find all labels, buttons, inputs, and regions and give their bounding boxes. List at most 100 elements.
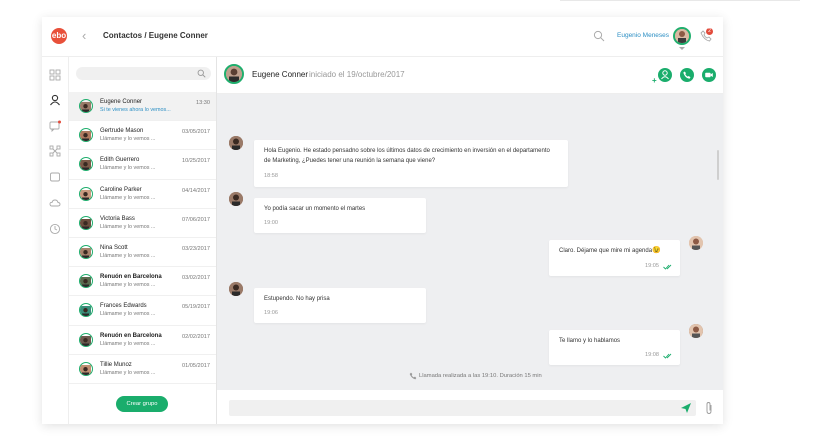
read-check-icon: [663, 264, 672, 270]
contact-name: Caroline Parker: [100, 186, 142, 193]
contact-avatar-picture: [226, 66, 242, 82]
contact-last-message: Llámame y lo vemos ...: [100, 369, 156, 376]
message-text: de Marketing, ¿Puedes tener una reunión …: [264, 158, 436, 164]
contact-list-item[interactable]: Renuón en Barcelona Llámame y lo vemos ..…: [69, 326, 216, 355]
contact-list-item[interactable]: Eugene Conner Si te vienes ahora lo vemos…: [69, 92, 216, 122]
search-icon[interactable]: [593, 30, 605, 42]
divider: [560, 0, 800, 1]
contact-avatar-picture: [80, 306, 91, 317]
notification-badge: 2: [706, 28, 713, 35]
app-logo[interactable]: ebo: [51, 28, 67, 44]
message-text: Claro. Déjame que mire mi agenda😉: [559, 246, 661, 256]
contact-last-message: Llámame y lo vemos ...: [100, 223, 156, 230]
contact-avatar-picture: [80, 277, 91, 288]
contact-avatar: [79, 274, 93, 289]
contact-last-message: Llámame y lo vemos ...: [100, 252, 156, 259]
call-log-note: Llamada realizada a las 19:10. Duración …: [419, 373, 542, 379]
contact-last-date: 10/25/2017: [182, 158, 210, 165]
tablet-icon[interactable]: [49, 171, 61, 183]
chat-started-date: iniciado el 19/octubre/2017: [309, 70, 405, 79]
contact-last-message: Llámame y lo vemos ...: [100, 136, 156, 143]
contact-last-date: 02/02/2017: [182, 333, 210, 340]
add-contact-button[interactable]: [658, 68, 672, 82]
contact-message-avatar: [229, 136, 243, 150]
plus-icon: +: [652, 76, 657, 85]
message-bubble-incoming: Hola Eugenio. He estado pensadno sobre l…: [254, 140, 568, 187]
contact-list-item[interactable]: Edith Guerrero Llámame y lo vemos ... 10/2…: [69, 150, 216, 180]
message-time: 19:08: [645, 352, 659, 358]
contact-message-avatar: [229, 282, 243, 296]
message-text: Te llamo y lo hablamos: [559, 338, 621, 344]
phone-icon: [683, 71, 691, 79]
scrollbar[interactable]: [717, 150, 719, 180]
user-avatar[interactable]: [673, 27, 691, 45]
contact-message-avatar-picture: [229, 192, 243, 206]
contact-list-item[interactable]: Tillie Munoz Llámame y lo vemos ... 01/05/…: [69, 355, 216, 384]
my-message-avatar-picture: [689, 324, 703, 338]
contact-list-item[interactable]: Caroline Parker Llámame y lo vemos ... 04/…: [69, 180, 216, 209]
message-time: 18:58: [264, 173, 278, 179]
grid-icon[interactable]: [49, 69, 61, 81]
contact-avatar: [79, 332, 93, 347]
contact-last-date: 04/14/2017: [182, 187, 210, 194]
contact-name: Edith Guerrero: [100, 157, 140, 164]
contact-avatar-picture: [80, 102, 91, 112]
message-text: Estupendo. No hay prisa: [264, 296, 330, 302]
create-group-button[interactable]: Crear grupo: [116, 396, 168, 412]
user-avatar-picture: [675, 29, 689, 43]
user-name-link[interactable]: Eugenio Meneses: [617, 32, 669, 39]
contact-avatar-picture: [80, 364, 91, 375]
network-icon[interactable]: [49, 145, 61, 157]
contact-name: Eugene Conner: [100, 99, 143, 105]
contact-avatar: [79, 157, 93, 172]
contacts-panel: Eugene Conner Si te vienes ahora lo vemos…: [69, 57, 217, 424]
chevron-down-icon[interactable]: [679, 47, 685, 50]
contact-name: Renuón en Barcelona: [100, 332, 162, 339]
contact-avatar: [79, 128, 93, 143]
contact-search-input[interactable]: [76, 67, 211, 80]
contact-last-date: 03/05/2017: [182, 129, 210, 136]
contact-avatar-picture: [80, 335, 91, 346]
my-message-avatar-picture: [689, 236, 703, 250]
message-bubble-incoming: Estupendo. No hay prisa 19:06: [254, 288, 426, 323]
paperclip-icon[interactable]: [704, 401, 714, 415]
app-header: ebo ‹ Contactos / Eugene Conner Eugenio …: [42, 17, 723, 57]
chat-icon[interactable]: [49, 120, 61, 132]
wink-emoji-icon: 😉: [652, 247, 661, 254]
contact-avatar: [79, 361, 93, 376]
message-thread: Hola Eugenio. He estado pensadno sobre l…: [217, 94, 723, 390]
my-message-avatar: [689, 324, 703, 338]
contact-last-date: 07/06/2017: [182, 216, 210, 223]
message-text: Yo podía sacar un momento el martes: [264, 206, 366, 212]
back-chevron-icon[interactable]: ‹: [82, 28, 86, 44]
contact-last-date: 03/23/2017: [182, 245, 210, 252]
message-text: Hola Eugenio. He estado pensadno sobre l…: [264, 148, 550, 154]
clock-icon[interactable]: [49, 223, 61, 235]
app-window: ebo ‹ Contactos / Eugene Conner Eugenio …: [42, 17, 723, 424]
breadcrumb: Contactos / Eugene Conner: [103, 31, 208, 40]
contact-list-item[interactable]: Frances Edwards Llámame y lo vemos ... 05/…: [69, 296, 216, 326]
contact-avatar: [79, 99, 93, 113]
chat-contact-name: Eugene Conner: [252, 70, 309, 79]
contact-last-date: 13:30: [196, 100, 210, 106]
message-time: 19:06: [264, 310, 278, 316]
my-message-avatar: [689, 236, 703, 250]
contact-avatar-picture: [80, 218, 91, 229]
message-input[interactable]: [229, 400, 696, 416]
contact-avatar[interactable]: [224, 64, 244, 84]
call-button[interactable]: [680, 68, 694, 82]
send-icon[interactable]: [680, 402, 692, 414]
contact-name: Victoria Bass: [100, 215, 135, 222]
contacts-icon[interactable]: [49, 94, 61, 106]
contact-list-item[interactable]: Renuón en Barcelona Llámame y lo vemos ..…: [69, 267, 216, 297]
contact-list-item[interactable]: Nina Scott Llámame y lo vemos ... 03/23/20…: [69, 238, 216, 268]
contact-list-item[interactable]: Victoria Bass Llámame y lo vemos ... 07/06…: [69, 209, 216, 238]
video-call-button[interactable]: [702, 68, 716, 82]
cloud-icon[interactable]: [49, 197, 61, 209]
add-user-icon: [661, 70, 669, 80]
contact-last-message: Llámame y lo vemos ...: [100, 340, 156, 347]
search-icon: [197, 69, 206, 78]
contact-name: Nina Scott: [100, 244, 128, 251]
phone-icon: [409, 372, 417, 380]
contact-list-item[interactable]: Gertrude Mason Llámame y lo vemos ... 03/0…: [69, 121, 216, 151]
